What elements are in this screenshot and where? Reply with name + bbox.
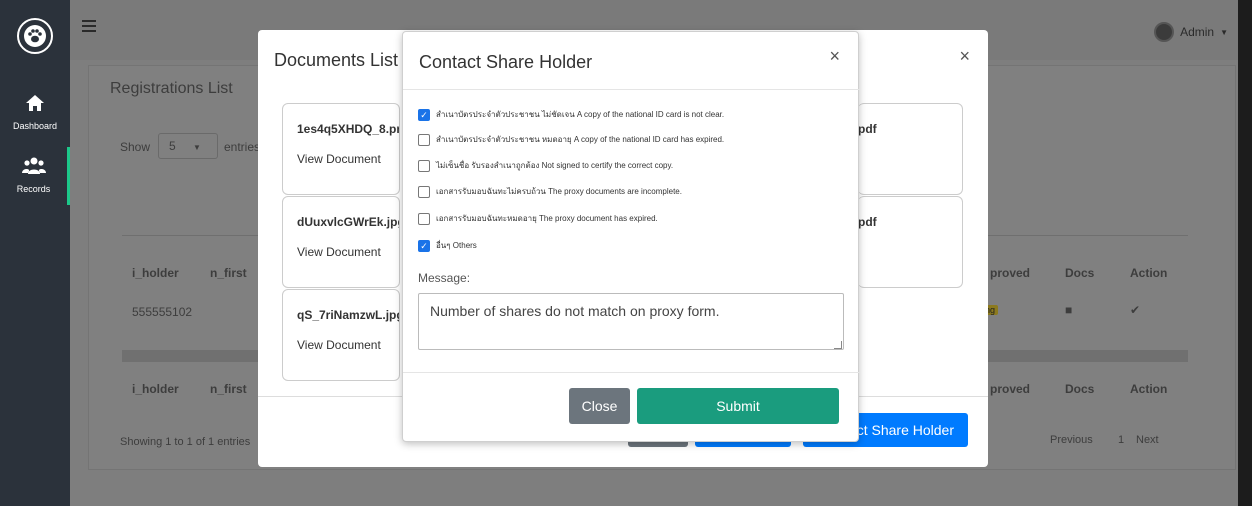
pager-previous[interactable]: Previous bbox=[1050, 434, 1093, 446]
document-card: 1es4q5XHDQ_8.png View Document bbox=[282, 103, 400, 195]
reason-option[interactable]: สำเนาบัตรประจำตัวประชาชน หมดอายุ A copy … bbox=[418, 133, 724, 146]
reason-label: ไม่เซ็นชื่อ รับรองสำเนาถูกต้อง Not signe… bbox=[436, 161, 674, 170]
user-menu[interactable]: Admin ▼ bbox=[1154, 22, 1228, 42]
chevron-down-icon: ▼ bbox=[193, 143, 201, 152]
checkbox-checked-icon[interactable]: ✓ bbox=[418, 108, 430, 121]
col-docs[interactable]: Docs bbox=[1065, 266, 1094, 280]
checkbox-icon[interactable] bbox=[418, 212, 430, 225]
chevron-down-icon: ▼ bbox=[1220, 27, 1228, 37]
sidebar-item-dashboard[interactable]: Dashboard bbox=[0, 94, 70, 131]
close-button[interactable]: Close bbox=[569, 388, 630, 424]
sidebar-item-records[interactable]: Records bbox=[0, 147, 70, 205]
user-name: Admin bbox=[1180, 25, 1215, 39]
submit-button[interactable]: Submit bbox=[637, 388, 839, 424]
pager-page-1[interactable]: 1 bbox=[1118, 434, 1124, 446]
paw-logo-icon[interactable] bbox=[17, 18, 53, 54]
close-icon[interactable]: × bbox=[829, 46, 840, 67]
reason-label: อื่นๆ Others bbox=[436, 241, 477, 250]
close-icon[interactable]: × bbox=[959, 46, 970, 67]
reason-option[interactable]: เอกสารรับมอบฉันทะหมดอายุ The proxy docum… bbox=[418, 212, 658, 225]
document-filename: pdf bbox=[858, 215, 877, 229]
reason-label: สำเนาบัตรประจำตัวประชาชน หมดอายุ A copy … bbox=[436, 135, 725, 144]
window-edge bbox=[1238, 0, 1252, 506]
col-action[interactable]: Action bbox=[1130, 266, 1167, 280]
checkbox-icon[interactable] bbox=[418, 185, 430, 198]
document-card: dUuxvlcGWrEk.jpg View Document bbox=[282, 196, 400, 288]
show-label: Show bbox=[120, 140, 151, 154]
reason-option[interactable]: ✓ สำเนาบัตรประจำตัวประชาชน ไม่ชัดเจน A c… bbox=[418, 108, 724, 121]
contact-modal-title: Contact Share Holder bbox=[419, 52, 593, 72]
col-docs-footer: Docs bbox=[1065, 382, 1095, 396]
resize-handle-icon[interactable] bbox=[834, 341, 842, 349]
table-info: Showing 1 to 1 of 1 entries bbox=[120, 436, 251, 448]
message-textarea[interactable]: Number of shares do not match on proxy f… bbox=[418, 293, 844, 350]
reason-option[interactable]: ✓ อื่นๆ Others bbox=[418, 239, 477, 252]
col-first-footer: n_first bbox=[210, 382, 247, 396]
col-approved-footer: proved bbox=[990, 382, 1031, 396]
table-row-holder: 555555102 bbox=[132, 305, 193, 319]
col-holder[interactable]: i_holder bbox=[132, 266, 179, 280]
avatar bbox=[1154, 22, 1175, 42]
documents-modal-title: Documents List bbox=[274, 50, 399, 70]
reason-label: เอกสารรับมอบฉันทะไม่ครบถ้วน The proxy do… bbox=[436, 187, 682, 196]
checkbox-icon[interactable] bbox=[418, 133, 430, 146]
document-filename: 1es4q5XHDQ_8.png bbox=[297, 122, 400, 136]
view-document-link[interactable]: View Document bbox=[297, 338, 381, 352]
page-size-select[interactable]: 5 ▼ bbox=[158, 133, 218, 159]
document-card: qS_7riNamzwL.jpg View Document bbox=[282, 289, 400, 381]
checkbox-icon[interactable] bbox=[418, 159, 430, 172]
check-icon[interactable]: ✔ bbox=[1130, 303, 1140, 317]
message-label: Message: bbox=[418, 271, 471, 285]
document-filename: dUuxvlcGWrEk.jpg bbox=[297, 215, 400, 229]
document-card: pdf bbox=[858, 196, 963, 288]
sidebar-item-label: Dashboard bbox=[12, 121, 58, 131]
view-document-link[interactable]: View Document bbox=[297, 152, 381, 166]
document-icon[interactable]: ■ bbox=[1065, 303, 1072, 317]
reason-label: สำเนาบัตรประจำตัวประชาชน ไม่ชัดเจน A cop… bbox=[436, 110, 725, 119]
reason-label: เอกสารรับมอบฉันทะหมดอายุ The proxy docum… bbox=[436, 214, 658, 223]
pager-next[interactable]: Next bbox=[1136, 434, 1159, 446]
reason-option[interactable]: เอกสารรับมอบฉันทะไม่ครบถ้วน The proxy do… bbox=[418, 185, 682, 198]
contact-modal: Contact Share Holder × ✓ สำเนาบัตรประจำต… bbox=[402, 31, 860, 442]
home-icon bbox=[0, 94, 70, 117]
reason-option[interactable]: ไม่เซ็นชื่อ รับรองสำเนาถูกต้อง Not signe… bbox=[418, 159, 673, 172]
checkbox-checked-icon[interactable]: ✓ bbox=[418, 239, 430, 252]
col-action-footer: Action bbox=[1130, 382, 1168, 396]
view-document-link[interactable]: View Document bbox=[297, 245, 381, 259]
users-icon bbox=[0, 157, 67, 180]
modal-footer-divider bbox=[403, 372, 860, 373]
col-approved[interactable]: proved bbox=[990, 266, 1030, 280]
col-first[interactable]: n_first bbox=[210, 266, 247, 280]
document-filename: pdf bbox=[858, 122, 877, 136]
document-card: pdf bbox=[858, 103, 963, 195]
sidebar-item-label: Records bbox=[16, 184, 51, 194]
col-holder-footer: i_holder bbox=[132, 382, 179, 396]
menu-toggle-icon[interactable] bbox=[82, 20, 96, 32]
modal-header-divider bbox=[403, 89, 860, 90]
sidebar: Dashboard Records bbox=[0, 0, 70, 506]
entries-label: entries bbox=[224, 140, 261, 154]
document-filename: qS_7riNamzwL.jpg bbox=[297, 308, 400, 322]
page-title: Registrations List bbox=[110, 80, 233, 97]
